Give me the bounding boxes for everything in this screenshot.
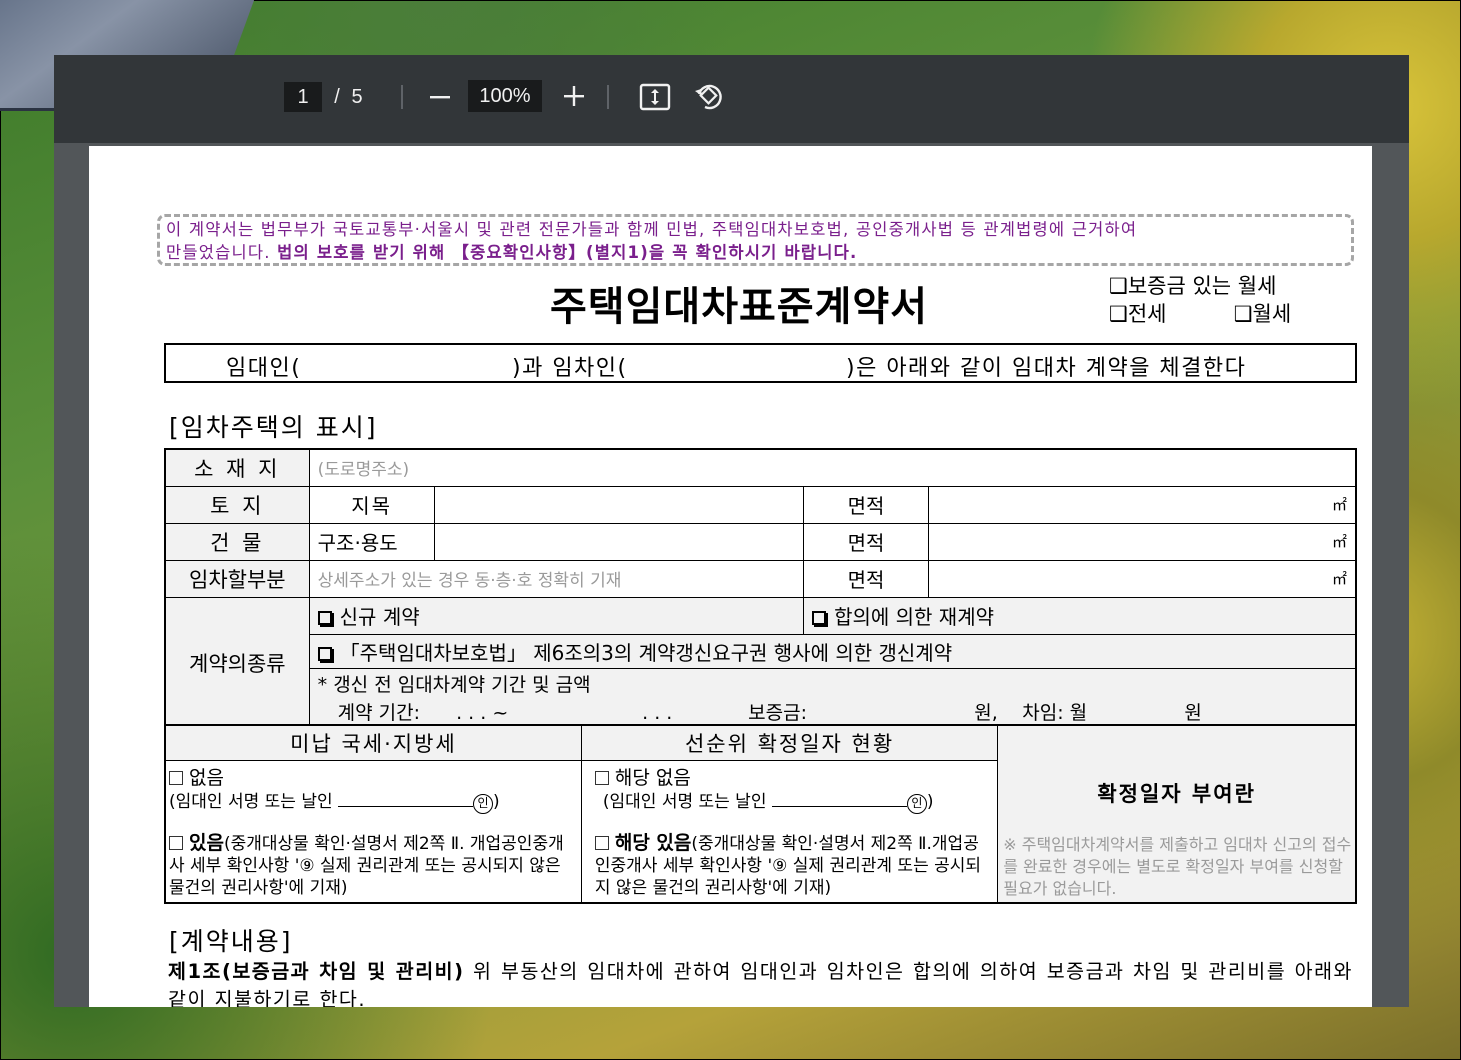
section-property-title: [임차주택의 표시]	[169, 413, 378, 442]
building-struct-field	[433, 522, 805, 561]
leased-area-label: 면적	[803, 559, 929, 598]
leased-part-label: 임차할부분	[164, 559, 310, 598]
checkbox-icon	[169, 836, 183, 851]
kind-new-option: 신규 계약	[308, 596, 805, 635]
land-type-label: 지목	[308, 485, 435, 524]
toolbar-divider	[401, 85, 403, 109]
section-contract-title: [계약내용]	[169, 927, 293, 956]
contract-type-options: ❑보증금 있는 월세 ❑전세 ❑월세	[1109, 272, 1291, 328]
tax-priority-table: 미납 국세·지방세 선순위 확정일자 현황 확정일자 부여란 ※ 주택임대차계약…	[164, 724, 1357, 904]
location-label: 소 재 지	[164, 448, 310, 487]
previous-contract-info: * 갱신 전 임대차계약 기간 및 금액 계약 기간: . . . ~ . . …	[308, 667, 1357, 731]
confirmation-date-title: 확정일자 부여란	[1097, 782, 1256, 806]
tax-none-text: 없음	[189, 767, 224, 790]
pdf-page: 이 계약서는 법무부가 국토교통부·서울시 및 관련 전문가들과 함께 민법, …	[89, 146, 1372, 1007]
kind-renew-right-text: 「주택임대차보호법」 제6조의3의 계약갱신요구권 행사에 의한 갱신계약	[339, 640, 953, 665]
pdf-toolbar: 1 / 5 100%	[54, 55, 1409, 143]
pdf-viewer-window: 1 / 5 100% 이 계약서는 법무부가 국토교통부·서울시 및 관련 전문…	[54, 55, 1409, 1007]
priority-date-header: 선순위 확정일자 현황	[580, 724, 999, 762]
lessee-label: )과 임차인(	[512, 356, 628, 381]
page-number-input[interactable]: 1	[284, 82, 322, 112]
prio-exist-text: 해당 있음	[614, 832, 692, 855]
property-table: 소 재 지 (도로명주소) 토 지 지목 면적 ㎡ 건 물 구조·용도 면적 ㎡…	[164, 448, 1357, 731]
zoom-out-icon	[430, 96, 450, 99]
article-1: 제1조(보증금과 차임 및 관리비) 위 부동산의 임대차에 관하여 임대인과 …	[168, 958, 1353, 1007]
signature-line	[771, 793, 907, 808]
kind-renew-agree-option: 합의에 의한 재계약	[803, 596, 1357, 635]
prev-period-start: . . . ~	[456, 701, 509, 724]
confirmation-date-cell: 확정일자 부여란 ※ 주택임대차계약서를 제출하고 임대차 신고의 접수를 완료…	[997, 724, 1357, 904]
kind-new-text: 신규 계약	[339, 605, 420, 629]
checkbox-icon	[594, 836, 609, 851]
notice-line-1: 이 계약서는 법무부가 국토교통부·서울시 및 관련 전문가들과 함께 민법, …	[166, 220, 1138, 239]
seal-mark: 인	[473, 794, 494, 815]
building-struct-label: 구조·용도	[308, 522, 435, 561]
signature-line	[338, 793, 474, 808]
kind-renew-right-option: 「주택임대차보호법」 제6조의3의 계약갱신요구권 행사에 의한 갱신계약	[308, 633, 1357, 669]
notice-important: 법의 보호를 받기 위해 【중요확인사항】(별지1)을 꼭 확인하시기 바랍니다…	[277, 243, 858, 262]
type-option-jeonse: ❑전세	[1109, 302, 1167, 326]
rotate-button[interactable]	[690, 77, 728, 115]
seal-mark: 인	[906, 794, 927, 815]
rotate-icon	[695, 84, 722, 110]
confirmation-note: ※ 주택임대차계약서를 제출하고 임대차 신고의 접수를 완료한 경우에는 별도…	[1003, 835, 1352, 898]
zoom-in-icon	[564, 86, 584, 106]
prev-contract-title: * 갱신 전 임대차계약 기간 및 금액	[317, 673, 591, 696]
type-option-deposit-monthly: ❑보증금 있는 월세	[1109, 274, 1277, 298]
parties-line: 임대인( )과 임차인( )은 아래와 같이 임대차 계약을 체결한다	[164, 343, 1357, 383]
land-label: 토 지	[164, 485, 310, 524]
notice-line-2: 만들었습니다.	[166, 243, 278, 262]
prio-none-text: 해당 없음	[614, 767, 691, 790]
zoom-level-input[interactable]: 100%	[468, 80, 542, 112]
prio-sign-text: (임대인 서명 또는 날인	[602, 792, 767, 813]
building-area-label: 면적	[803, 522, 929, 561]
total-pages: 5	[351, 85, 363, 108]
land-area-unit: ㎡	[927, 485, 1357, 524]
unpaid-tax-header: 미납 국세·지방세	[164, 724, 582, 762]
checkbox-icon	[594, 771, 609, 786]
prev-deposit-label: 보증금:	[748, 701, 808, 724]
prev-period-label: 계약 기간:	[337, 701, 421, 724]
leased-area-unit: ㎡	[927, 559, 1357, 598]
fit-to-page-icon	[639, 83, 671, 111]
tax-sign-text: (임대인 서명 또는 날인	[169, 792, 333, 813]
priority-date-body: 해당 없음 (임대인 서명 또는 날인 인) 해당 있음(중개대상물 확인·설명…	[580, 760, 999, 904]
parties-ending: )은 아래와 같이 임대차 계약을 체결한다	[846, 356, 1247, 381]
checkbox-icon	[812, 611, 827, 625]
tax-exist-detail: (중개대상물 확인·설명서 제2쪽 Ⅱ. 개업공인중개사 세부 확인사항 '⑨ …	[169, 834, 564, 899]
article-1-title: 제1조(보증금과 차임 및 관리비)	[168, 960, 465, 983]
building-label: 건 물	[164, 522, 310, 561]
prev-deposit-won: 원,	[974, 701, 998, 724]
land-area-label: 면적	[803, 485, 929, 524]
checkbox-icon	[317, 611, 332, 625]
fit-to-page-button[interactable]	[637, 79, 673, 115]
toolbar-divider	[607, 85, 609, 109]
legal-notice-box: 이 계약서는 법무부가 국토교통부·서울시 및 관련 전문가들과 함께 민법, …	[157, 214, 1354, 266]
document-title: 주택임대차표준계약서	[550, 284, 928, 330]
prev-period-end: . . .	[642, 701, 673, 724]
contract-kind-label: 계약의종류	[164, 596, 310, 731]
building-area-unit: ㎡	[927, 522, 1357, 561]
tax-exist-text: 있음	[189, 832, 224, 855]
prev-rent-label: 차임: 월	[1022, 701, 1088, 724]
type-option-monthly: ❑월세	[1233, 302, 1292, 326]
location-field: (도로명주소)	[308, 448, 1357, 487]
checkbox-icon	[169, 771, 183, 786]
checkbox-icon	[317, 646, 332, 661]
leased-part-field: 상세주소가 있는 경우 동·층·호 정확히 기재	[308, 559, 805, 598]
land-type-field	[433, 485, 805, 524]
page-separator: /	[334, 85, 340, 108]
lessor-label: 임대인(	[226, 356, 302, 381]
unpaid-tax-body: 없음 (임대인 서명 또는 날인 인) 있음(중개대상물 확인·설명서 제2쪽 …	[164, 760, 582, 904]
prev-rent-won: 원	[1184, 701, 1202, 724]
zoom-in-button[interactable]	[556, 77, 592, 115]
zoom-out-button[interactable]	[422, 79, 458, 115]
kind-renew-agree-text: 합의에 의한 재계약	[834, 605, 994, 629]
